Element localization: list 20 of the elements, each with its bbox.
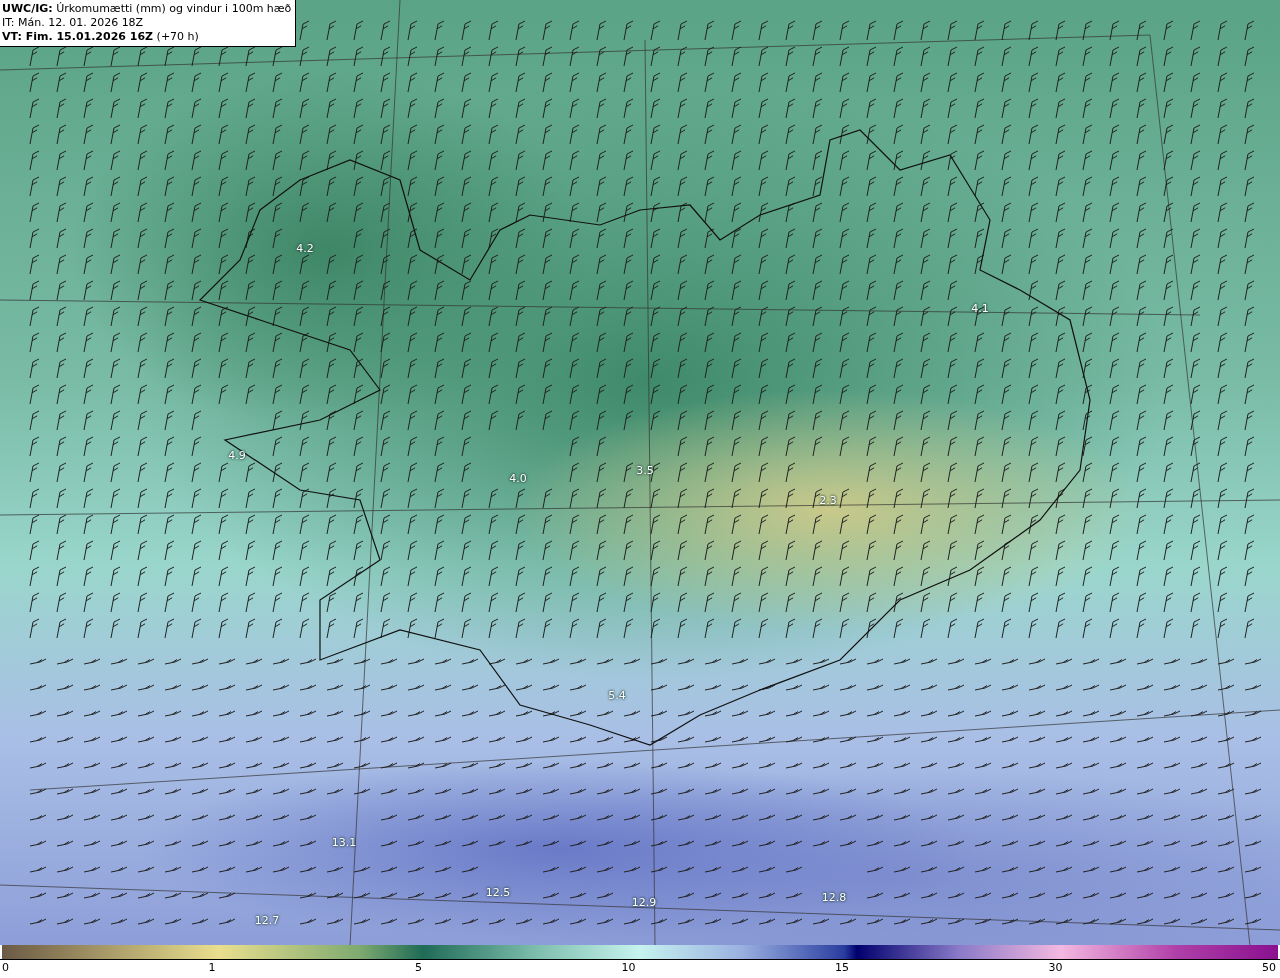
title-line: UWC/IG: Úrkomumætti (mm) og vindur i 100m hæð <box>2 2 292 15</box>
value-label: 4.9 <box>227 448 247 462</box>
value-label: 2.3 <box>818 493 838 507</box>
title-line: VT: Fim. 15.01.2026 16Z (+70 h) <box>2 30 200 43</box>
scale-tick-label: 1 <box>208 960 216 976</box>
scale-tick-label: 5 <box>415 960 422 976</box>
value-label: 12.7 <box>253 913 281 927</box>
scale-tick-label: 0 <box>2 960 9 976</box>
title-line: IT: Mán. 12. 01. 2026 18Z <box>2 16 145 29</box>
value-label: 5.4 <box>607 688 627 702</box>
scale-tick-label: 10 <box>621 960 636 976</box>
value-label: 4.2 <box>295 241 315 255</box>
scale-tick-label: 50 <box>1262 960 1276 976</box>
value-label: 4.0 <box>508 471 528 485</box>
value-label: 12.5 <box>484 885 512 899</box>
value-label: 4.1 <box>970 301 990 315</box>
value-label: 12.8 <box>820 890 848 904</box>
value-label: 3.5 <box>635 463 655 477</box>
scale-tick-label: 30 <box>1048 960 1063 976</box>
scale-tick-label: 15 <box>835 960 849 976</box>
